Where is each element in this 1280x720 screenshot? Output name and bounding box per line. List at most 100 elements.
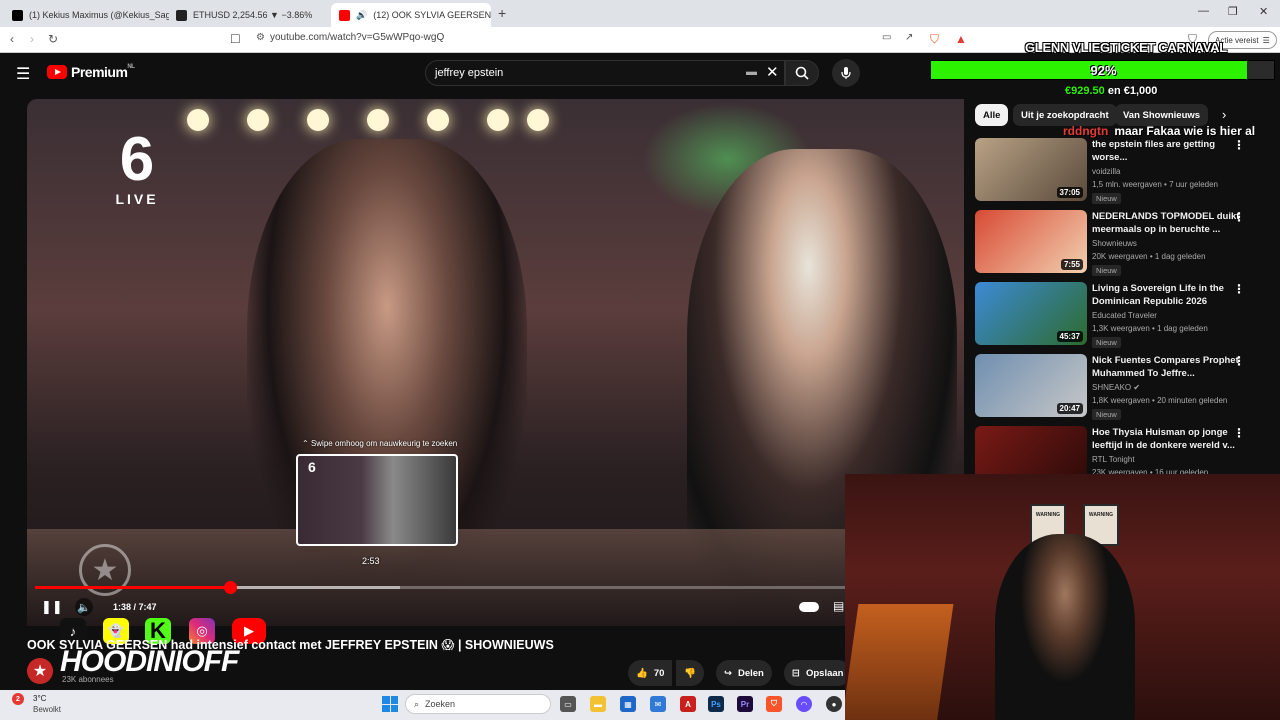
bookmark-save-icon: ⊟ bbox=[792, 667, 800, 679]
dislike-button[interactable]: 👎 bbox=[676, 660, 704, 686]
search-input[interactable]: jeffrey epstein ▬ ✕ bbox=[425, 60, 785, 86]
acrobat-icon[interactable]: A bbox=[680, 696, 696, 712]
volume-icon[interactable]: 🔈 bbox=[75, 598, 93, 616]
chip-from-search[interactable]: Uit je zoekopdracht bbox=[1013, 104, 1117, 126]
stage-light bbox=[527, 109, 549, 131]
tab-x[interactable]: (1) Kekius Maximus (@Kekius_Sage) bbox=[4, 3, 169, 27]
brave-shield-icon[interactable]: ⛉ bbox=[930, 32, 939, 47]
taskbar-search-placeholder: Zoeken bbox=[425, 699, 456, 709]
goal-amount: €929.50 en €1,000 bbox=[1065, 85, 1157, 97]
photoshop-icon[interactable]: Ps bbox=[708, 696, 724, 712]
tab-title: (12) OOK SYLVIA GEERSEN ha bbox=[373, 10, 491, 20]
video-thumbnail[interactable]: 7:55 bbox=[975, 210, 1087, 273]
brave-browser-icon[interactable]: ⛉ bbox=[766, 696, 782, 712]
youtube-logo-text: PremiumNL bbox=[71, 64, 135, 80]
search-button[interactable] bbox=[785, 60, 819, 86]
app-icon[interactable]: ◠ bbox=[796, 696, 812, 712]
channel-6-logo: 6 LIVE bbox=[87, 129, 187, 208]
clear-search-icon[interactable]: ✕ bbox=[766, 63, 779, 81]
video-title[interactable]: Hoe Thysia Huisman op jonge leeftijd in … bbox=[1092, 426, 1247, 452]
like-button[interactable]: 👍 70 bbox=[628, 660, 673, 686]
chip-from-shownieuws[interactable]: Van Shownieuws bbox=[1115, 104, 1209, 126]
youtube-logo[interactable]: PremiumNL bbox=[47, 64, 135, 80]
progress-bar[interactable] bbox=[35, 581, 847, 594]
speaker-icon: 🔊 bbox=[356, 9, 368, 20]
autoplay-toggle[interactable] bbox=[799, 602, 819, 612]
video-title[interactable]: Living a Sovereign Life in the Dominican… bbox=[1092, 282, 1247, 308]
video-views-age: 1,5 mln. weergaven • 7 uur geleden bbox=[1092, 180, 1218, 189]
minimize-button[interactable]: — bbox=[1198, 5, 1209, 17]
youtube-icon bbox=[339, 9, 350, 21]
search-icon bbox=[795, 66, 809, 80]
new-badge: Nieuw bbox=[1092, 409, 1121, 420]
voice-search-button[interactable] bbox=[832, 59, 860, 87]
bookmark-icon[interactable]: ☐ bbox=[230, 32, 241, 46]
video-table bbox=[27, 529, 964, 626]
subscriber-count: 23K abonnees bbox=[62, 675, 114, 684]
x-icon bbox=[12, 9, 23, 21]
back-icon[interactable]: ‹ bbox=[10, 32, 14, 46]
maximize-button[interactable]: ❐ bbox=[1228, 5, 1238, 18]
taskbar-search[interactable]: ⌕ Zoeken bbox=[405, 694, 551, 714]
pause-button[interactable]: ❚❚ bbox=[41, 599, 63, 615]
recommendation-item[interactable]: 37:05 the epstein files are getting worse… bbox=[975, 138, 1275, 206]
microphone-icon bbox=[841, 67, 851, 79]
new-badge: Nieuw bbox=[1092, 193, 1121, 204]
progress-scrubber[interactable] bbox=[223, 581, 237, 594]
search-icon: ⌕ bbox=[414, 698, 420, 709]
premiere-icon[interactable]: Pr bbox=[737, 696, 753, 712]
url-field[interactable]: youtube.com/watch?v=G5wWPqo-wgQ bbox=[270, 32, 444, 43]
video-thumbnail[interactable]: 45:37 bbox=[975, 282, 1087, 345]
file-explorer-icon[interactable]: ▬ bbox=[590, 696, 606, 712]
chevron-right-icon[interactable]: › bbox=[1222, 107, 1226, 122]
recommendation-item[interactable]: 45:37 Living a Sovereign Life in the Domi… bbox=[975, 282, 1275, 350]
keyboard-icon[interactable]: ▬ bbox=[746, 66, 757, 78]
preview-logo: 6 bbox=[308, 459, 316, 475]
new-badge: Nieuw bbox=[1092, 265, 1121, 276]
cast-icon[interactable]: ▭ bbox=[882, 32, 891, 43]
discord-icon[interactable]: ● bbox=[826, 696, 842, 712]
more-options-icon: ⋮ bbox=[1233, 426, 1245, 440]
subtitles-icon[interactable]: ▤ bbox=[833, 599, 844, 613]
outlook-icon[interactable]: ✉ bbox=[650, 696, 666, 712]
stage-light bbox=[187, 109, 209, 131]
video-thumbnail[interactable]: 20:47 bbox=[975, 354, 1087, 417]
save-button[interactable]: ⊟ Opslaan bbox=[784, 660, 852, 686]
brave-rewards-icon[interactable]: ▲ bbox=[955, 32, 967, 46]
hamburger-menu-icon[interactable]: ☰ bbox=[16, 64, 30, 84]
share-icon[interactable]: ↗ bbox=[905, 32, 913, 43]
channel-avatar[interactable]: ★ bbox=[27, 658, 53, 684]
goal-progress-bar: 92% bbox=[930, 60, 1275, 80]
task-view-icon[interactable]: ▭ bbox=[560, 696, 576, 712]
video-player[interactable]: 6 LIVE ★ ⌃ Swipe omhoog om nauwkeurig te… bbox=[27, 99, 964, 626]
close-window-button[interactable]: ✕ bbox=[1259, 5, 1268, 18]
site-info-icon[interactable]: ⚙ bbox=[256, 32, 265, 43]
calculator-icon[interactable]: ▦ bbox=[620, 696, 636, 712]
tab-title: ETHUSD 2,254.56 ▼ −3.86% bbox=[193, 10, 313, 20]
reload-icon[interactable]: ↻ bbox=[48, 32, 58, 46]
recommendation-item[interactable]: 20:47 Nick Fuentes Compares Prophet Muham… bbox=[975, 354, 1275, 422]
weather-notification-badge[interactable]: 2 bbox=[12, 693, 24, 705]
video-title[interactable]: NEDERLANDS TOPMODEL duikt meermaals op i… bbox=[1092, 210, 1247, 236]
video-views-age: 1,3K weergaven • 1 dag geleden bbox=[1092, 324, 1208, 333]
share-button[interactable]: ↪ Delen bbox=[716, 660, 772, 686]
tab-youtube[interactable]: 🔊 (12) OOK SYLVIA GEERSEN ha ✕ bbox=[331, 3, 491, 27]
channel-name: SHNEAKO ✔ bbox=[1092, 383, 1140, 392]
video-thumbnail[interactable]: 37:05 bbox=[975, 138, 1087, 201]
tab-tradingview[interactable]: ETHUSD 2,254.56 ▼ −3.86% bbox=[168, 3, 328, 27]
scrub-preview-thumbnail: 6 bbox=[296, 454, 458, 546]
more-options-icon: ⋮ bbox=[1233, 210, 1245, 224]
chip-all[interactable]: Alle bbox=[975, 104, 1009, 126]
windows-start-icon[interactable] bbox=[382, 696, 398, 712]
video-title[interactable]: Nick Fuentes Compares Prophet Muhammed T… bbox=[1092, 354, 1247, 380]
weather-description: Bewolkt bbox=[33, 705, 62, 714]
recommendation-item[interactable]: 7:55 NEDERLANDS TOPMODEL duikt meermaals … bbox=[975, 210, 1275, 278]
tradingview-icon bbox=[176, 9, 187, 21]
video-duration: 20:47 bbox=[1056, 403, 1083, 414]
video-duration: 37:05 bbox=[1056, 187, 1083, 198]
forward-icon[interactable]: › bbox=[30, 32, 34, 46]
new-tab-button[interactable]: + bbox=[498, 5, 506, 21]
video-title[interactable]: the epstein files are getting worse... bbox=[1092, 138, 1247, 164]
progress-played bbox=[35, 586, 230, 589]
chat-username: rddngtn bbox=[1063, 124, 1109, 138]
